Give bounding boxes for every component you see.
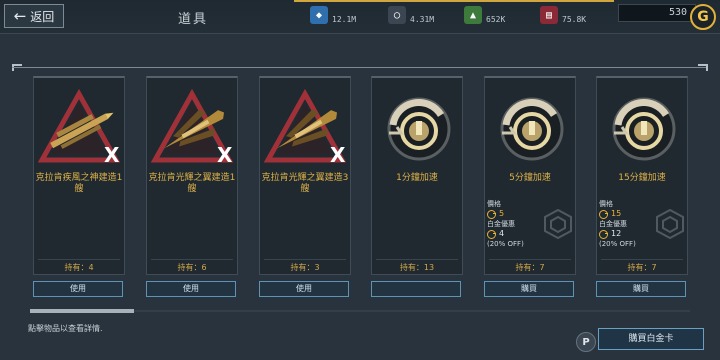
card-divider: [489, 259, 571, 260]
gold-coin-icon: [487, 209, 496, 219]
item-name: 5分鐘加速: [509, 173, 551, 183]
speedup-gear-icon: [487, 84, 573, 170]
item-name: 克拉肯疾風之神建造1艘: [35, 173, 123, 194]
item-card[interactable]: X 克拉肯光輝之翼建造3艘 持有：3: [259, 76, 351, 275]
resource-value: 75.8K: [562, 14, 587, 24]
platinum-hex-icon: [544, 209, 572, 239]
resource-value: 4.31M: [410, 14, 435, 24]
buy-platinum-card-button[interactable]: 購買白金卡: [598, 328, 704, 350]
card-divider: [38, 259, 120, 260]
vip-price-value: 4: [499, 229, 505, 238]
price-label: 價格: [599, 200, 613, 208]
item-owned-count: 持有：13: [399, 263, 435, 272]
resource-strip: ◆ 12.1M ◯ 4.31M ▲ 652K ▤ 75.8K: [294, 0, 614, 28]
panel-divider: [12, 67, 708, 68]
item-card[interactable]: 5分鐘加速 價格 5 白金優惠 4 (20% OFF) 持有：7: [484, 76, 576, 275]
ship-blueprint-icon: X: [149, 84, 235, 170]
speedup-gear-icon: [599, 84, 685, 170]
svg-text:X: X: [217, 143, 233, 167]
item-card[interactable]: X 克拉肯光輝之翼建造1艘 持有：6: [146, 76, 238, 275]
buy-button[interactable]: 購買: [484, 281, 574, 297]
use-button[interactable]: 使用: [146, 281, 236, 297]
use-button[interactable]: 使用: [259, 281, 349, 297]
scrollbar-thumb[interactable]: [30, 309, 134, 313]
item-name: 克拉肯光輝之翼建造3艘: [261, 173, 349, 194]
price-value: 5: [499, 209, 505, 218]
card-divider: [376, 259, 458, 260]
empty-action-button[interactable]: [371, 281, 461, 297]
card-divider: [601, 259, 683, 260]
page-title: 道具: [178, 12, 209, 27]
price-value: 15: [611, 209, 622, 218]
card-divider: [264, 259, 346, 260]
platinum-p-icon[interactable]: P: [576, 332, 596, 352]
resource-energy[interactable]: ◯ 4.31M: [388, 6, 434, 24]
svg-text:X: X: [104, 143, 120, 167]
gold-balance: 530: [618, 4, 696, 22]
item-owned-count: 持有：4: [64, 263, 94, 272]
discount-label: (20% OFF): [487, 240, 524, 248]
gold-coin-icon: [599, 229, 608, 239]
vip-price-value: 12: [611, 229, 622, 238]
resource-ore[interactable]: ▲ 652K: [464, 6, 505, 24]
item-owned-count: 持有：3: [290, 263, 320, 272]
item-name: 1分鐘加速: [396, 173, 438, 183]
back-button[interactable]: ← 返回: [4, 4, 64, 28]
blue-crystal-icon: ◆: [310, 6, 328, 24]
green-ore-icon: ▲: [464, 6, 482, 24]
red-cargo-icon: ▤: [540, 6, 558, 24]
item-owned-count: 持有：6: [177, 263, 207, 272]
back-label: 返回: [30, 9, 55, 24]
resource-value: 652K: [486, 14, 506, 24]
use-button[interactable]: 使用: [33, 281, 123, 297]
item-owned-count: 持有：7: [627, 263, 657, 272]
back-arrow-icon: ←: [13, 6, 27, 25]
platinum-hex-icon: [656, 209, 684, 239]
discount-label: (20% OFF): [599, 240, 636, 248]
buy-button[interactable]: 購買: [596, 281, 686, 297]
resource-crystal[interactable]: ◆ 12.1M: [310, 6, 356, 24]
top-bar: ← 返回 道具 ◆ 12.1M ◯ 4.31M ▲ 652K ▤ 75.8K 5…: [0, 0, 720, 34]
item-name: 15分鐘加速: [618, 173, 666, 183]
energy-ring-icon: ◯: [388, 6, 406, 24]
gold-coin-icon: [487, 229, 496, 239]
item-card[interactable]: 1分鐘加速 持有：13: [371, 76, 463, 275]
card-divider: [151, 259, 233, 260]
gold-coin-icon: [599, 209, 608, 219]
hint-text: 點擊物品以查看詳情.: [28, 324, 103, 333]
ship-blueprint-icon: X: [262, 84, 348, 170]
resource-value: 12.1M: [332, 14, 357, 24]
item-card[interactable]: X 克拉肯疾風之神建造1艘 持有：4: [33, 76, 125, 275]
gold-coin-icon[interactable]: G: [690, 4, 716, 30]
ship-blueprint-icon: X: [36, 84, 122, 170]
item-card[interactable]: 15分鐘加速 價格 15 白金優惠 12 (20% OFF) 持有：7: [596, 76, 688, 275]
panel-corner-right: [698, 64, 708, 71]
svg-text:X: X: [330, 143, 346, 167]
price-label: 價格: [487, 200, 501, 208]
item-owned-count: 持有：7: [515, 263, 545, 272]
speedup-gear-icon: [374, 84, 460, 170]
item-name: 克拉肯光輝之翼建造1艘: [148, 173, 236, 194]
resource-cargo[interactable]: ▤ 75.8K: [540, 6, 586, 24]
